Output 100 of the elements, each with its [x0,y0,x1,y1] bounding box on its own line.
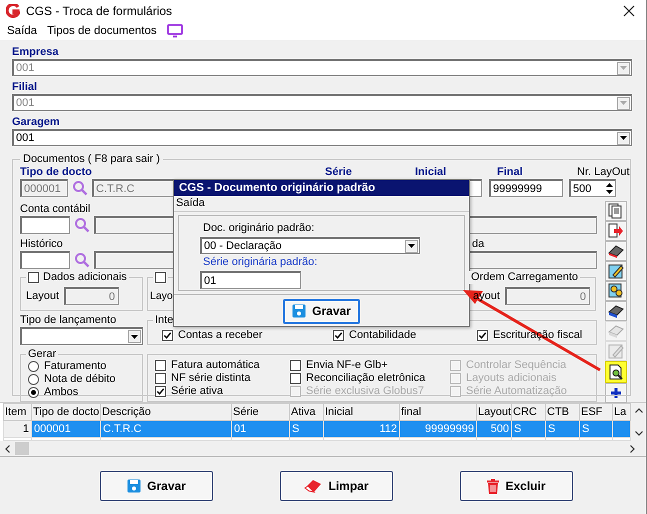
scroll-thumb[interactable] [15,442,29,455]
column-header[interactable]: La [612,404,630,420]
input-field[interactable]: 99999999 [489,179,563,197]
dropdown-button[interactable] [617,132,630,144]
field-label: Tipo de lançamento [20,314,118,327]
column-header[interactable]: Descrição [100,404,232,420]
delete-button[interactable]: Excluir [460,471,573,501]
column-header[interactable]: ESF [580,404,612,420]
scrollbar[interactable] [631,403,646,441]
checkbox[interactable] [155,373,166,384]
people-icon [608,283,624,299]
toolbar-button[interactable] [605,301,627,321]
search-icon[interactable] [74,217,90,233]
menu-item[interactable]: Tipos de documentos [47,25,157,37]
field-label: Empresa [12,46,58,59]
table-cell: 1 [4,420,32,438]
plus-icon [610,387,622,399]
toolbar-button[interactable] [605,383,627,403]
column-header[interactable]: CTB [546,404,580,420]
checkbox[interactable] [477,330,488,340]
spin-arrows-icon[interactable] [605,181,614,196]
toolbar-button[interactable] [605,281,627,301]
field-label: da [472,238,484,251]
group-title: Documentos ( F8 para sair ) [20,153,163,166]
column-header[interactable]: Tipo de docto [32,404,100,420]
table-cell: 500 [476,420,512,438]
search-icon[interactable] [74,252,90,268]
table-cell: S [512,420,546,438]
checkbox-label: Envia NF-e Glb+ [306,359,388,372]
save-button[interactable]: Gravar [283,298,360,324]
toolbar-button[interactable] [605,221,627,241]
checkbox-label: Série exclusiva Globus7 [306,385,424,398]
input-field[interactable] [20,216,70,234]
toolbar-button[interactable] [605,241,627,261]
checkbox[interactable] [155,386,166,397]
caret-down-icon [620,66,627,70]
radio-label: Faturamento [44,360,106,373]
radio-button[interactable] [28,361,39,372]
input-field[interactable]: 01 [200,271,301,289]
checkbox[interactable] [162,330,173,340]
checkbox[interactable] [333,330,344,340]
checkbox-label: Fatura automática [171,359,260,372]
radio-button[interactable] [28,387,39,398]
field-label: Inicial [415,166,446,179]
combo-box[interactable]: 001 [12,129,632,146]
column-header[interactable]: Série [232,404,290,420]
dropdown-button[interactable] [405,240,418,252]
input-field[interactable] [20,251,70,269]
column-header[interactable]: Ativa [290,404,324,420]
table-row[interactable]: 1 000001 C.T.R.C 01 S 112 99999999 500 S S S [4,420,630,438]
toolbar-button[interactable] [605,361,627,383]
clear-button[interactable]: Limpar [280,471,393,501]
dropdown-button[interactable] [128,330,141,343]
radio-label: Ambos [44,386,78,399]
documents-icon [608,203,624,219]
scrollbar[interactable] [0,441,646,456]
input-field[interactable]: 0 [504,287,590,305]
input-field[interactable]: 0 [64,287,120,305]
chevron-right-icon[interactable] [630,444,635,452]
radio-label: Nota de débito [44,373,116,386]
column-header[interactable]: CRC [512,404,546,420]
field-label: Série [325,166,352,179]
caret-down-icon [620,136,627,140]
chevron-down-icon[interactable] [635,431,643,436]
checkbox-label: Contas a receber [178,328,262,342]
monitor-icon[interactable] [166,24,183,38]
column-header[interactable]: Item [4,404,32,420]
save-button[interactable]: Gravar [100,471,213,501]
chevron-left-icon[interactable] [5,444,10,452]
checkbox[interactable] [28,272,39,283]
chevron-up-icon[interactable] [635,408,643,413]
checkbox-label: Contabilidade [349,328,416,342]
radio-button[interactable] [28,374,39,385]
column-header[interactable]: final [400,404,476,420]
checkbox[interactable] [155,360,166,371]
checkbox[interactable] [290,360,301,371]
input-field[interactable]: 000001 [20,179,68,197]
column-header[interactable]: Inicial [324,404,400,420]
eraser-icon [608,243,624,259]
group-title: Ordem Carregamento [469,271,580,284]
combo-box[interactable]: 00 - Declaração [200,237,420,254]
caret-down-icon [131,334,138,338]
checkbox[interactable] [290,373,301,384]
toolbar-button[interactable] [605,261,627,281]
trash-icon [487,478,500,494]
close-icon[interactable] [623,5,635,17]
caret-down-icon [620,101,627,105]
search-icon[interactable] [72,180,88,196]
checkbox[interactable] [155,272,166,283]
menu-item[interactable]: Saída [176,197,205,209]
checkbox-label: NF série distinta [171,372,250,385]
eraser-icon [304,479,322,493]
column-header[interactable]: Layout [476,404,512,420]
field-label: Histórico [20,238,63,251]
menu-item[interactable]: Saída [7,25,38,37]
toolbar-button[interactable] [605,201,627,221]
combo-box[interactable] [20,327,143,345]
table-cell: S [290,420,324,438]
spin-field[interactable]: 500 [569,179,616,197]
field-label: Filial [12,81,38,94]
